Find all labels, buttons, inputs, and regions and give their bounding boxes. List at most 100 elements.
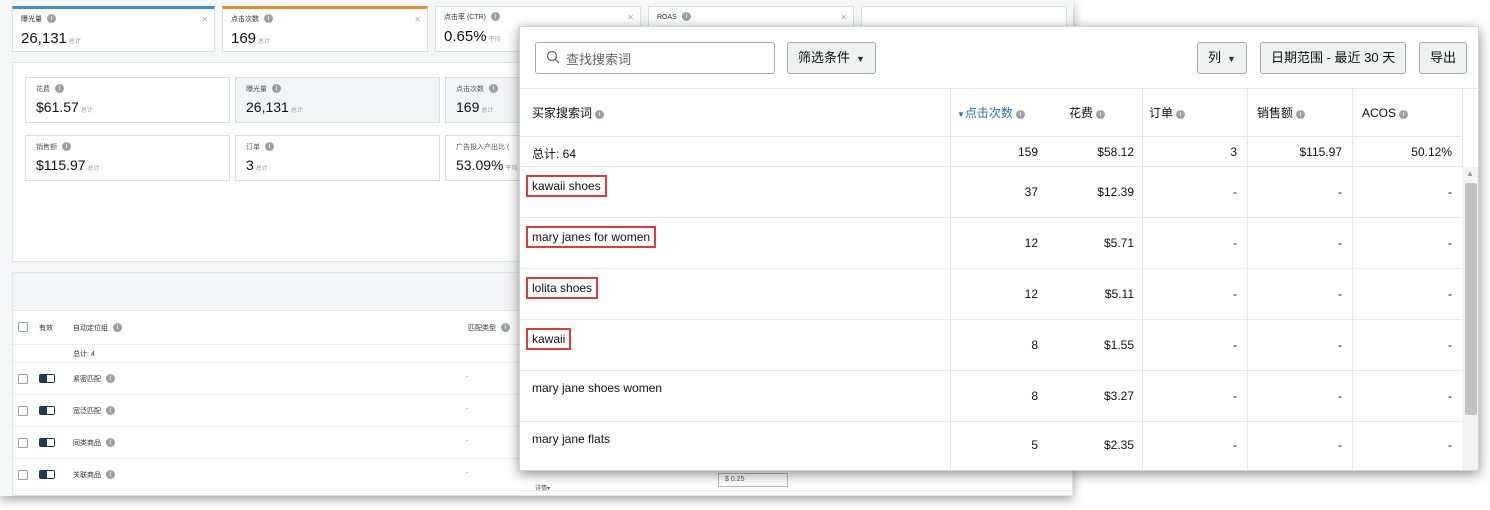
- search-term-highlighted: lolita shoes: [526, 277, 599, 299]
- info-icon: i: [271, 84, 281, 93]
- target-name-label: 关联商品: [73, 472, 101, 479]
- search-input[interactable]: [566, 47, 766, 71]
- table-row[interactable]: kawaii 8 $1.55 - - -: [520, 320, 1462, 371]
- chevron-down-icon: ▼: [856, 54, 865, 64]
- orders-value: -: [1233, 287, 1237, 301]
- table-row[interactable]: mary jane flats 5 $2.35 - - -: [520, 422, 1462, 470]
- bid-input[interactable]: $ 0.25: [718, 473, 788, 487]
- kpi-value: 3: [246, 157, 254, 173]
- orders-value: -: [1233, 185, 1237, 199]
- date-range-button[interactable]: 日期范围 - 最近 30 天: [1260, 42, 1407, 74]
- target-name[interactable]: 关联商品 i: [73, 470, 115, 480]
- info-icon: i: [105, 374, 115, 383]
- info-icon: i: [1399, 110, 1409, 119]
- total-spend: $58.12: [1097, 145, 1134, 159]
- search-term-highlighted: kawaii shoes: [526, 175, 607, 197]
- filter-button[interactable]: 筛选条件 ▼: [787, 42, 876, 74]
- search-term-highlighted: kawaii: [526, 328, 572, 350]
- orders-value: -: [1233, 236, 1237, 250]
- table-row[interactable]: mary janes for women 12 $5.71 - - -: [520, 218, 1462, 269]
- metric-tab-clicks[interactable]: 点击次数 i 169 总计 ✕: [222, 6, 428, 52]
- row-checkbox[interactable]: [18, 374, 28, 384]
- search-box[interactable]: [535, 42, 775, 74]
- total-orders: 3: [1230, 145, 1237, 159]
- close-icon[interactable]: ✕: [201, 15, 208, 24]
- acos-value: -: [1448, 287, 1452, 301]
- status-toggle[interactable]: [39, 470, 55, 479]
- row-checkbox[interactable]: [18, 438, 28, 448]
- scrollbar-thumb[interactable]: [1465, 183, 1477, 415]
- kpi-label: 订单: [246, 144, 260, 151]
- kpi-label: 点击次数: [456, 86, 484, 93]
- column-header-term-label: 买家搜索词: [532, 106, 593, 120]
- metric-tab-impressions[interactable]: 曝光量 i 26,131 总计 ✕: [12, 6, 215, 52]
- acos-value: -: [1448, 389, 1452, 403]
- column-header-term[interactable]: 买家搜索词 i: [532, 89, 605, 137]
- column-header-clicks[interactable]: ▼点击次数 i: [957, 89, 1025, 137]
- spend-value: $1.55: [1103, 338, 1134, 352]
- vertical-scrollbar[interactable]: ▲: [1462, 167, 1478, 470]
- column-header-spend[interactable]: 花费 i: [1069, 89, 1106, 137]
- scroll-up-arrow-icon[interactable]: ▲: [1466, 169, 1474, 178]
- kpi-label: 销售额: [36, 144, 57, 151]
- column-header-sales[interactable]: 销售额 i: [1257, 89, 1306, 137]
- metric-tab-label: 点击次数: [231, 16, 259, 23]
- table-total-row: 总计: 64 159 $58.12 3 $115.97 50.12%: [520, 137, 1462, 167]
- search-term: mary janes for women: [532, 230, 651, 244]
- total-sales: $115.97: [1299, 145, 1343, 159]
- metric-tab-label: 点击率 (CTR): [444, 14, 486, 21]
- export-button[interactable]: 导出: [1419, 42, 1468, 74]
- acos-value: -: [1448, 185, 1452, 199]
- match-type-value: -: [466, 438, 469, 445]
- table-row[interactable]: kawaii shoes 37 $12.39 - - -: [520, 167, 1462, 218]
- row-checkbox[interactable]: [18, 406, 28, 416]
- info-icon: i: [54, 84, 64, 93]
- close-icon[interactable]: ✕: [627, 13, 634, 22]
- target-name[interactable]: 宽泛匹配 i: [73, 406, 115, 416]
- sales-value: -: [1338, 338, 1342, 352]
- status-toggle[interactable]: [39, 406, 55, 415]
- close-icon[interactable]: ✕: [414, 15, 421, 24]
- detail-link-label: 详情: [535, 486, 548, 492]
- column-header-target[interactable]: 自动定位组 i: [73, 323, 122, 333]
- search-term: mary jane shoes women: [532, 381, 663, 395]
- sales-value: -: [1338, 236, 1342, 250]
- info-icon: i: [1296, 110, 1306, 119]
- column-header-orders[interactable]: 订单 i: [1149, 89, 1186, 137]
- column-header-match[interactable]: 匹配类型 i: [468, 323, 510, 333]
- table-row[interactable]: mary jane shoes women 8 $3.27 - - -: [520, 371, 1462, 422]
- search-term: mary jane flats: [532, 432, 611, 446]
- match-type-value: -: [466, 406, 469, 413]
- column-header-acos[interactable]: ACOS i: [1362, 89, 1409, 137]
- column-header-sales-label: 销售额: [1257, 106, 1294, 120]
- close-icon[interactable]: ✕: [840, 13, 847, 22]
- clicks-value: 8: [1031, 338, 1038, 352]
- search-icon: [546, 50, 560, 64]
- detail-link[interactable]: 详情▾: [535, 483, 550, 492]
- match-type-value: -: [466, 470, 469, 477]
- status-toggle[interactable]: [39, 374, 55, 383]
- select-all-checkbox[interactable]: [18, 322, 28, 332]
- status-toggle[interactable]: [39, 438, 55, 447]
- table-row[interactable]: lolita shoes 12 $5.11 - - -: [520, 269, 1462, 320]
- kpi-suffix: 总计: [80, 108, 93, 114]
- columns-button[interactable]: 列 ▼: [1197, 42, 1247, 74]
- total-acos: 50.12%: [1411, 145, 1452, 159]
- spend-value: $12.39: [1097, 185, 1134, 199]
- kpi-value: $115.97: [36, 157, 86, 173]
- columns-button-label: 列: [1208, 50, 1222, 65]
- target-name[interactable]: 紧密匹配 i: [73, 374, 115, 384]
- column-header-match-label: 匹配类型: [468, 325, 496, 332]
- date-range-label: 日期范围 - 最近 30 天: [1271, 50, 1396, 65]
- info-icon: i: [488, 84, 498, 93]
- kpi-impressions: 曝光量 i 26,131 总计: [235, 77, 440, 123]
- row-checkbox[interactable]: [18, 470, 28, 480]
- sales-value: -: [1338, 389, 1342, 403]
- info-icon: i: [105, 438, 115, 447]
- search-term: kawaii: [532, 332, 566, 346]
- target-name[interactable]: 同类商品 i: [73, 438, 115, 448]
- search-term-highlighted: mary janes for women: [526, 226, 657, 248]
- info-icon: i: [105, 406, 115, 415]
- info-icon: i: [1176, 110, 1186, 119]
- column-header-acos-label: ACOS: [1362, 106, 1397, 120]
